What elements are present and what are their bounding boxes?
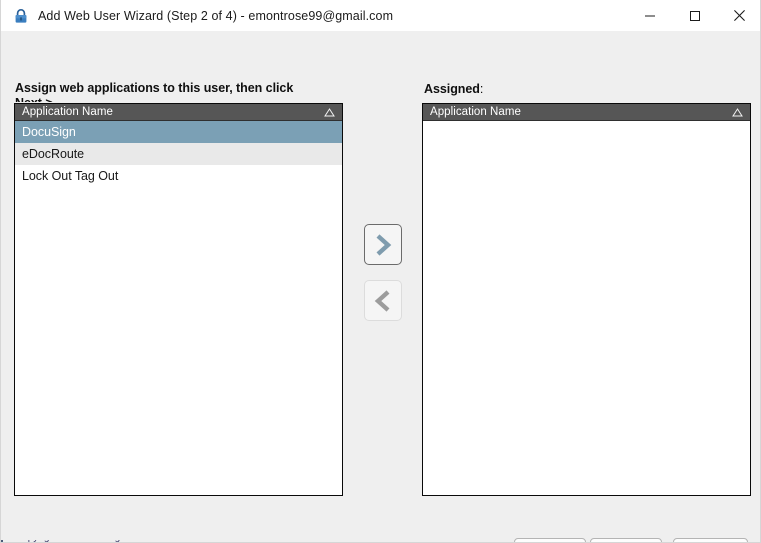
dialog-content: Assign web applications to this user, th… [1, 31, 760, 542]
assigned-list-body[interactable] [423, 121, 750, 495]
unassign-application-button[interactable] [364, 280, 402, 321]
available-list-header[interactable]: Application Name [15, 104, 342, 121]
assigned-section-label: Assigned: [424, 82, 483, 96]
list-item[interactable]: eDocRoute [15, 143, 342, 165]
minimize-button[interactable] [627, 0, 672, 31]
list-item-label: Lock Out Tag Out [22, 169, 119, 183]
close-icon [734, 10, 745, 21]
list-item[interactable]: DocuSign [15, 121, 342, 143]
maximize-icon [689, 10, 700, 21]
assigned-list-header[interactable]: Application Name [423, 104, 750, 121]
available-applications-listbox[interactable]: Application Name DocuSign eDocRoute Lock… [14, 103, 343, 496]
assigned-applications-listbox[interactable]: Application Name [422, 103, 751, 496]
assigned-column-header-application-name: Application Name [430, 105, 521, 118]
chevron-right-icon [376, 233, 392, 256]
window-title: Add Web User Wizard (Step 2 of 4) - emon… [38, 8, 394, 23]
assigned-section-label-colon: : [479, 82, 484, 96]
title-bar: Add Web User Wizard (Step 2 of 4) - emon… [1, 0, 760, 31]
minimize-icon [644, 15, 655, 16]
maximize-button[interactable] [672, 0, 717, 31]
add-web-user-wizard-window: Add Web User Wizard (Step 2 of 4) - emon… [0, 0, 761, 543]
instruction-line-2: Next > [15, 96, 345, 102]
chevron-left-icon [374, 289, 390, 312]
instruction-line-1: Assign web applications to this user, th… [15, 81, 294, 95]
lock-icon [15, 8, 27, 23]
assigned-section-label-text: Assigned [424, 82, 480, 96]
sort-ascending-icon [732, 107, 743, 116]
list-item[interactable]: Lock Out Tag Out [15, 165, 342, 187]
available-list-body[interactable]: DocuSign eDocRoute Lock Out Tag Out [15, 121, 342, 495]
list-item-label: eDocRoute [22, 147, 85, 161]
available-column-header-application-name: Application Name [22, 105, 113, 118]
assign-application-button[interactable] [364, 224, 402, 265]
close-button[interactable] [717, 0, 760, 31]
sort-ascending-icon [324, 107, 335, 116]
instruction-text: Assign web applications to this user, th… [15, 81, 345, 102]
list-item-label: DocuSign [22, 125, 76, 139]
